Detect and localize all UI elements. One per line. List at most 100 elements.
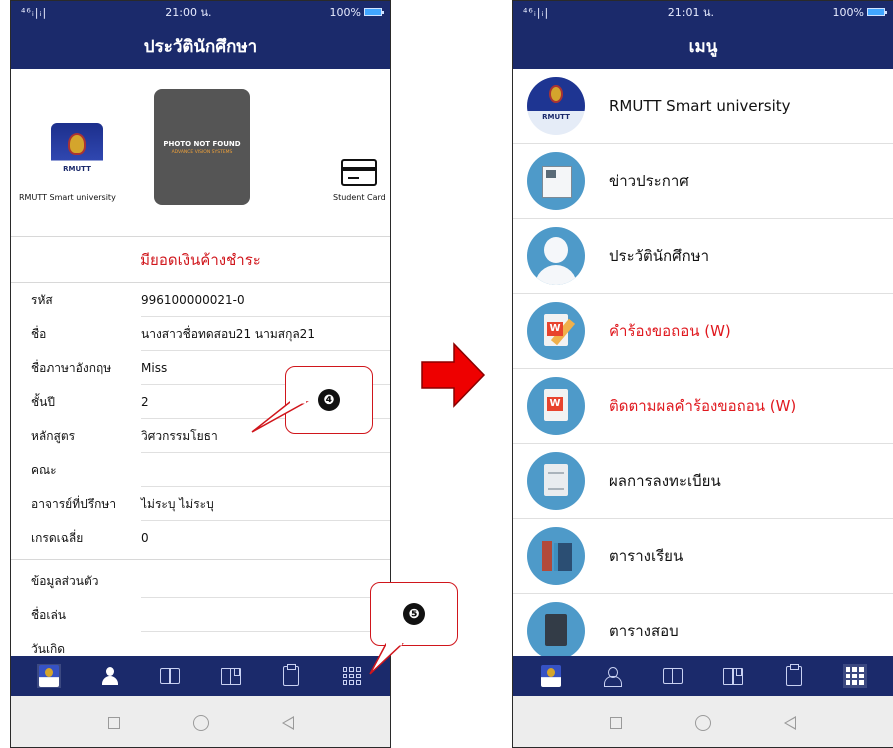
books-icon (527, 527, 585, 585)
info-value: 0 (141, 531, 149, 545)
info-label: คณะ (31, 462, 57, 477)
menu-item-registration-result[interactable]: ผลการลงทะเบียน (513, 444, 893, 519)
book-icon (527, 602, 585, 660)
grid-menu-icon (342, 667, 361, 685)
info-row: คณะ (11, 453, 390, 487)
tab-clipboard[interactable] (782, 664, 806, 688)
page-title: เมนู (513, 23, 893, 69)
menu-item-label: ผลการลงทะเบียน (609, 472, 721, 490)
tab-profile[interactable] (600, 664, 624, 688)
battery-percent: 100% (329, 5, 361, 19)
menu-item-label: ติดตามผลคำร้องขอถอน (W) (609, 397, 797, 415)
edit-document-icon (527, 302, 585, 360)
signal-indicator: ⁴⁶ᵢ|ᵢ| (523, 5, 550, 19)
info-value: 996100000021-0 (141, 293, 245, 307)
tab-courses[interactable] (158, 664, 182, 688)
menu-list: RMUTT RMUTT Smart university ข่าวประกาศ … (513, 69, 893, 669)
tab-profile[interactable] (98, 664, 122, 688)
app-caption: RMUTT Smart university (19, 193, 116, 202)
tab-clipboard[interactable] (279, 664, 303, 688)
open-book-icon (160, 668, 181, 684)
menu-logo-text: RMUTT (542, 113, 570, 121)
person-icon (603, 667, 622, 687)
info-label: หลักสูตร (31, 428, 76, 443)
info-row: เกรดเฉลี่ย 0 (11, 521, 390, 555)
recents-icon[interactable] (107, 716, 120, 729)
step-number: ❺ (403, 603, 425, 625)
student-photo: PHOTO NOT FOUND ADVANCE VISION SYSTEMS (154, 89, 250, 205)
battery-icon (867, 8, 887, 16)
info-row: ชื่อเล่น (11, 598, 390, 632)
menu-item-label: ประวัตินักศึกษา (609, 247, 710, 265)
tab-home[interactable] (37, 664, 62, 688)
photo-placeholder-text: PHOTO NOT FOUND (163, 139, 241, 148)
battery-icon (364, 8, 384, 16)
info-value: Miss (141, 361, 168, 375)
newspaper-icon (527, 152, 585, 210)
signal-indicator: ⁴⁶ᵢ|ᵢ| (21, 5, 48, 19)
info-label: อาจารย์ที่ปรึกษา (31, 496, 117, 511)
menu-item-label: RMUTT Smart university (609, 97, 791, 115)
app-logo-icon (541, 665, 562, 687)
menu-item-class-schedule[interactable]: ตารางเรียน (513, 519, 893, 594)
menu-item-label: ตารางสอบ (609, 622, 679, 640)
menu-item-news[interactable]: ข่าวประกาศ (513, 144, 893, 219)
info-label: ชั้นปี (31, 394, 55, 409)
info-value: 2 (141, 395, 149, 409)
recents-icon[interactable] (609, 716, 622, 729)
back-icon[interactable] (784, 715, 797, 730)
app-logo-icon (39, 665, 60, 687)
back-icon[interactable] (281, 715, 294, 730)
student-info-table: รหัส 996100000021-0 ชื่อ นางสาวชื่อทดสอบ21… (11, 283, 390, 666)
info-label: เกรดเฉลี่ย (31, 530, 84, 545)
menu-item-student-profile[interactable]: ประวัตินักศึกษา (513, 219, 893, 294)
callout-4-pointer (251, 400, 309, 433)
clipboard-icon (283, 664, 300, 686)
person-icon (101, 667, 118, 685)
tab-menu[interactable] (842, 664, 867, 688)
bottom-tab-bar (11, 656, 390, 696)
transition-arrow-icon (421, 342, 486, 408)
info-value: วิศวกรรมโยธา (141, 428, 218, 443)
info-label: ข้อมูลส่วนตัว (31, 573, 99, 588)
system-nav-bar (11, 696, 390, 747)
page-title: ประวัตินักศึกษา (11, 23, 390, 69)
status-bar: ⁴⁶ᵢ|ᵢ| 21:00 น. 100% (11, 1, 390, 23)
list-document-icon (527, 452, 585, 510)
person-icon (527, 227, 585, 285)
app-logo-icon[interactable]: RMUTT (51, 123, 103, 185)
menu-item-withdraw-request[interactable]: คำร้องขอถอน (W) (513, 294, 893, 369)
menu-item-label: ตารางเรียน (609, 547, 684, 565)
home-icon[interactable] (192, 714, 209, 731)
menu-item-withdraw-status[interactable]: ติดตามผลคำร้องขอถอน (W) (513, 369, 893, 444)
tab-courses[interactable] (661, 664, 685, 688)
menu-item-smart-university[interactable]: RMUTT RMUTT Smart university (513, 69, 893, 144)
profile-header: RMUTT RMUTT Smart university PHOTO NOT F… (11, 69, 390, 237)
clock: 21:01 น. (667, 6, 714, 19)
open-book-icon (662, 668, 683, 684)
system-nav-bar (513, 696, 893, 747)
info-label: ชื่อเล่น (31, 607, 67, 622)
debt-notice[interactable]: มียอดเงินค้างชำระ (11, 237, 390, 283)
info-label: รหัส (31, 292, 53, 307)
home-icon[interactable] (694, 714, 711, 731)
bottom-tab-bar (513, 656, 893, 696)
student-card-icon[interactable] (341, 159, 377, 186)
tab-home[interactable] (539, 664, 563, 688)
info-value: ไม่ระบุ ไม่ระบุ (141, 496, 214, 511)
battery-indicator: 100% (833, 6, 887, 19)
word-document-icon (527, 377, 585, 435)
bookmark-book-icon (723, 667, 744, 685)
menu-item-label: ข่าวประกาศ (609, 172, 689, 190)
info-label: ชื่อภาษาอังกฤษ (31, 360, 112, 375)
tab-grades[interactable] (219, 664, 243, 688)
tab-grades[interactable] (721, 664, 745, 688)
tab-menu[interactable] (340, 664, 364, 688)
info-value: นางสาวชื่อทดสอบ21 นามสกุล21 (141, 326, 315, 341)
university-seal-icon (68, 133, 86, 155)
info-row: ชื่อ นางสาวชื่อทดสอบ21 นามสกุล21 (11, 317, 390, 351)
clock: 21:00 น. (165, 6, 212, 19)
menu-screen: ⁴⁶ᵢ|ᵢ| 21:01 น. 100% เมนู RMUTT RMUTT Sm… (512, 0, 893, 748)
menu-item-label: คำร้องขอถอน (W) (609, 322, 731, 340)
battery-indicator: 100% (329, 5, 384, 19)
